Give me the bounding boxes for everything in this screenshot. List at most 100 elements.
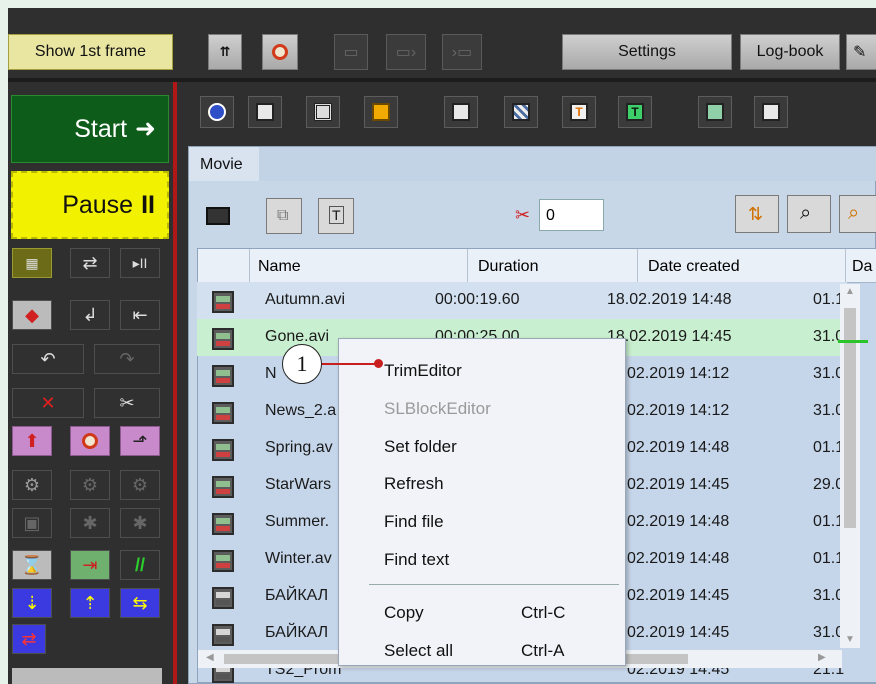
- settings-button[interactable]: Settings: [562, 34, 732, 70]
- panel-splitter[interactable]: [173, 82, 177, 684]
- edit-image-button[interactable]: [444, 96, 478, 128]
- checker-film-button[interactable]: [504, 96, 538, 128]
- cell-name: News_2.a: [265, 402, 337, 419]
- export-icon-button[interactable]: ⇈: [208, 34, 242, 70]
- play-pause-button[interactable]: ▸II: [120, 248, 160, 278]
- table-row[interactable]: Autumn.avi 00:00:19.60 18.02.2019 14:48 01.…: [197, 282, 847, 319]
- film-strip-button[interactable]: [306, 96, 340, 128]
- header-extra[interactable]: Da: [846, 249, 876, 283]
- film-file-icon: [212, 587, 234, 609]
- back-red-button[interactable]: ◆: [12, 300, 52, 330]
- split-icon: ⇆: [132, 592, 148, 613]
- menu-item-copy[interactable]: Copy Ctrl-C: [384, 603, 565, 623]
- menu-item-trimeditor[interactable]: TrimEditor: [384, 361, 462, 381]
- film-file-icon: [212, 402, 234, 424]
- up-arrow-icon: ⬏: [132, 430, 148, 451]
- clock-icon: [272, 44, 288, 60]
- menu-item-label: Copy: [384, 603, 424, 622]
- film-file-icon: [212, 439, 234, 461]
- tool-e-button[interactable]: ✱: [70, 508, 110, 538]
- cell-name: БАЙКАЛ: [265, 587, 329, 604]
- hourglass-button[interactable]: ⌛: [12, 550, 52, 580]
- film-yellow-button[interactable]: [364, 96, 398, 128]
- scroll-down-icon[interactable]: ▼: [845, 634, 855, 645]
- logbook-button[interactable]: Log-book: [740, 34, 840, 70]
- pause-button[interactable]: Pause II: [11, 171, 169, 239]
- swap-icon: ⇄: [82, 252, 98, 273]
- tool-a-icon: ⚙: [23, 474, 41, 495]
- timer-pink-button[interactable]: [70, 426, 110, 456]
- redo-button[interactable]: ↷: [94, 344, 160, 374]
- search-button[interactable]: ⌕: [787, 195, 831, 233]
- find-text-button[interactable]: ⌕: [839, 195, 876, 233]
- text-orange-button[interactable]: T: [562, 96, 596, 128]
- counter-input[interactable]: 0: [539, 199, 604, 231]
- up-arrow-button[interactable]: ⬏: [120, 426, 160, 456]
- edit-clip-button[interactable]: [248, 96, 282, 128]
- callout-dot: [374, 359, 383, 368]
- menu-item-label: Find file: [384, 512, 444, 531]
- tool-c-button[interactable]: ⚙: [120, 470, 160, 500]
- jump-start-button[interactable]: ⇤: [120, 300, 160, 330]
- film-file-icon: [212, 365, 234, 387]
- return-button[interactable]: ↲: [70, 300, 110, 330]
- monitor-out-button[interactable]: ▭›: [386, 34, 426, 70]
- menu-item-select-all[interactable]: Select all Ctrl-A: [384, 641, 564, 661]
- sync-button[interactable]: ⇅: [735, 195, 779, 233]
- monitor-in-button[interactable]: ›▭: [442, 34, 482, 70]
- tool-a-button[interactable]: ⚙: [12, 470, 52, 500]
- record-button[interactable]: [200, 96, 234, 128]
- header-name[interactable]: Name: [250, 249, 468, 283]
- scroll-left-icon[interactable]: ◀: [206, 652, 214, 663]
- move-up-button[interactable]: ⇡: [70, 588, 110, 618]
- text-green-button[interactable]: T: [618, 96, 652, 128]
- cell-created: 02.2019 14:45: [627, 624, 730, 641]
- clock-pink-icon: [82, 433, 98, 449]
- split-button[interactable]: ⇆: [120, 588, 160, 618]
- tool-d-button[interactable]: ▣: [12, 508, 52, 538]
- cell-created: 02.2019 14:45: [627, 476, 730, 493]
- menu-item-set-folder[interactable]: Set folder: [384, 437, 457, 457]
- cut-button[interactable]: ✂: [94, 388, 160, 418]
- upload-button[interactable]: ⬆: [12, 426, 52, 456]
- header-duration[interactable]: Duration: [468, 249, 638, 283]
- menu-item-refresh[interactable]: Refresh: [384, 474, 444, 494]
- cell-created: 02.2019 14:48: [627, 439, 730, 456]
- scroll-right-icon[interactable]: ▶: [818, 652, 826, 663]
- copy-file-button[interactable]: ⧉: [266, 198, 302, 234]
- document-button[interactable]: [754, 96, 788, 128]
- pen-icon: ✎: [853, 44, 867, 61]
- timer-icon-button[interactable]: [262, 34, 298, 70]
- swap-blue-button[interactable]: ⇄: [12, 624, 46, 654]
- film-file-icon: [212, 328, 234, 350]
- delete-button[interactable]: ✕: [12, 388, 84, 418]
- monitor-icon: ▭: [343, 44, 359, 61]
- text-button[interactable]: T: [318, 198, 354, 234]
- insert-button[interactable]: ⇥: [70, 550, 110, 580]
- undo-button[interactable]: ↶: [12, 344, 84, 374]
- movie-tab-label: Movie: [200, 156, 243, 173]
- green-marker: [838, 340, 868, 343]
- move-up-icon: ⇡: [82, 592, 98, 613]
- callout-line: [318, 363, 380, 365]
- scroll-up-icon[interactable]: ▲: [845, 286, 855, 297]
- show-first-frame-button[interactable]: Show 1st frame: [8, 34, 173, 70]
- menu-item-find-file[interactable]: Find file: [384, 512, 444, 532]
- checker-film-icon: [512, 103, 530, 121]
- swap-button[interactable]: ⇄: [70, 248, 110, 278]
- pen-icon-button[interactable]: ✎: [846, 34, 876, 70]
- tool-f-button[interactable]: ✱: [120, 508, 160, 538]
- tool-b-button[interactable]: ⚙: [70, 470, 110, 500]
- monitor-disabled-button[interactable]: ▭: [334, 34, 368, 70]
- menu-item-find-text[interactable]: Find text: [384, 550, 449, 570]
- move-down-button[interactable]: ⇣: [12, 588, 52, 618]
- vertical-scrollbar[interactable]: ▲ ▼: [840, 284, 860, 648]
- import-button[interactable]: [698, 96, 732, 128]
- slash-button[interactable]: //: [120, 550, 160, 580]
- header-date-created[interactable]: Date created: [638, 249, 846, 283]
- cell-created: 02.2019 14:12: [627, 402, 730, 419]
- movie-tab[interactable]: Movie: [189, 147, 259, 181]
- film-cut-button[interactable]: ▦: [12, 248, 52, 278]
- delete-x-icon: ✕: [40, 392, 56, 413]
- start-button[interactable]: Start ➜: [11, 95, 169, 163]
